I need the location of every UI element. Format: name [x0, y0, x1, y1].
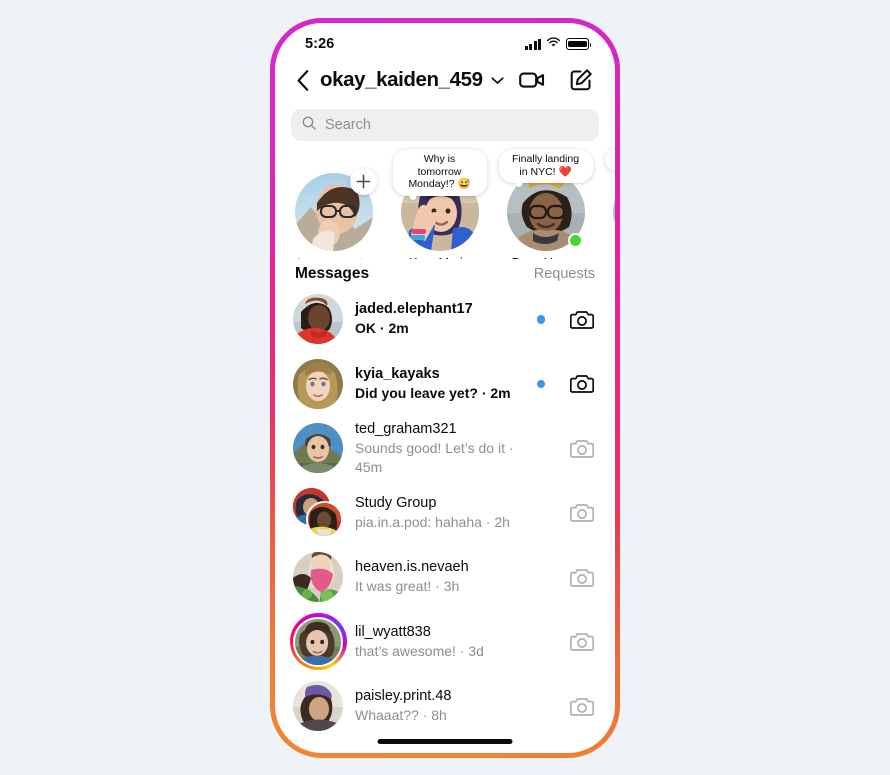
- thread-text: lil_wyatt838 that’s awesome! · 3d: [355, 623, 525, 661]
- phone-screen: 5:26 okay_kaiden_459 Search Why is tomor…: [275, 23, 615, 753]
- unread-indicator: [536, 315, 545, 324]
- note-bubble[interactable]: Why is tomorrow Monday!? 😅: [392, 149, 487, 199]
- table-row[interactable]: paisley.print.48 Whaaat?? · 8h: [275, 674, 615, 739]
- page-title[interactable]: okay_kaiden_459: [320, 68, 483, 92]
- note-item-kyra-marie[interactable]: Why is tomorrow Monday!? 😅: [392, 149, 487, 259]
- thread-text: ted_graham321 Sounds good! Let’s do it ·…: [355, 420, 525, 477]
- note-item-drew-young[interactable]: Finally landing in NYC! ❤️: [498, 149, 593, 259]
- back-chevron-icon[interactable]: [293, 67, 313, 93]
- thread-name: Study Group: [355, 494, 437, 511]
- note-bubble[interactable]: Finally landing in NYC! ❤️: [498, 149, 593, 187]
- online-status-indicator: [567, 233, 583, 248]
- thread-text: heaven.is.nevaeh It was great! · 3h: [355, 558, 525, 596]
- app-header: okay_kaiden_459: [275, 59, 615, 103]
- note-avatar-wrap: [612, 173, 615, 251]
- search-input[interactable]: Search: [291, 109, 599, 141]
- compose-pencil-icon[interactable]: [567, 66, 595, 94]
- note-avatar-wrap: [294, 168, 377, 251]
- messages-header: Messages Requests: [275, 259, 615, 287]
- camera-icon[interactable]: [569, 564, 595, 590]
- status-bar: 5:26: [275, 23, 615, 59]
- home-indicator: [377, 739, 513, 744]
- note-item-leave-a-note[interactable]: Leave a note: [291, 151, 377, 259]
- thread-preview: It was great! · 3h: [355, 578, 460, 595]
- status-icons: [524, 35, 592, 53]
- table-row[interactable]: kyia_kayaks Did you leave yet? · 2m: [275, 352, 615, 417]
- search-section: Search: [275, 103, 615, 141]
- thread-name: kyia_kayaks: [355, 365, 440, 382]
- thread-preview: pia.in.a.pod: hahaha · 2h: [355, 513, 510, 530]
- camera-icon[interactable]: [569, 435, 595, 461]
- add-note-button[interactable]: [349, 168, 377, 195]
- note-label: Leave a note: [291, 256, 376, 259]
- phone-frame: 5:26 okay_kaiden_459 Search Why is tomor…: [270, 18, 620, 758]
- camera-icon[interactable]: [569, 371, 595, 397]
- table-row[interactable]: jaded.elephant17 OK · 2m: [275, 287, 615, 352]
- thread-name: heaven.is.nevaeh: [355, 559, 469, 576]
- table-row[interactable]: Study Group pia.in.a.pod: hahaha · 2h: [275, 481, 615, 546]
- avatar: [612, 173, 615, 251]
- search-placeholder: Search: [325, 117, 371, 133]
- thread-name: paisley.print.48: [355, 688, 452, 705]
- thread-name: jaded.elephant17: [355, 301, 473, 318]
- camera-icon[interactable]: [569, 629, 595, 655]
- thread-preview: OK · 2m: [355, 320, 409, 337]
- thread-name: lil_wyatt838: [355, 623, 431, 640]
- avatar[interactable]: [293, 358, 343, 409]
- table-row[interactable]: ted_graham321 Sounds good! Let’s do it ·…: [275, 416, 615, 481]
- camera-icon[interactable]: [569, 306, 595, 332]
- notes-row[interactable]: Leave a note Why is tomorrow Monday!? 😅: [275, 141, 615, 259]
- thread-preview: Did you leave yet? · 2m: [355, 384, 511, 401]
- battery-full-icon: [566, 38, 592, 50]
- thread-preview: Whaaat?? · 8h: [355, 707, 447, 724]
- thread-list: jaded.elephant17 OK · 2m kyia_kayaks Did…: [275, 287, 615, 739]
- avatar[interactable]: [293, 681, 343, 732]
- table-row[interactable]: heaven.is.nevaeh It was great! · 3h: [275, 545, 615, 610]
- search-icon: [302, 116, 316, 135]
- table-row[interactable]: lil_wyatt838 that’s awesome! · 3d: [275, 610, 615, 675]
- messages-title: Messages: [295, 265, 370, 282]
- note-label: Kyra Marie: [397, 256, 482, 259]
- requests-link[interactable]: Requests: [534, 266, 595, 282]
- note-bubble[interactable]: Ga… w…: [604, 149, 615, 171]
- note-item-jade[interactable]: Ga… w… Jad…: [604, 149, 615, 255]
- status-time: 5:26: [305, 36, 335, 52]
- camera-icon[interactable]: [569, 693, 595, 719]
- thread-text: jaded.elephant17 OK · 2m: [355, 300, 525, 338]
- avatar[interactable]: [293, 487, 343, 538]
- video-camera-icon[interactable]: [518, 66, 546, 94]
- thread-text: kyia_kayaks Did you leave yet? · 2m: [355, 365, 525, 403]
- avatar[interactable]: [289, 613, 347, 671]
- unread-indicator: [536, 379, 545, 388]
- note-label: Jad…: [609, 256, 615, 259]
- thread-preview: that’s awesome! · 3d: [355, 642, 484, 659]
- thread-text: Study Group pia.in.a.pod: hahaha · 2h: [355, 494, 525, 532]
- chevron-down-icon[interactable]: [491, 76, 504, 85]
- camera-icon[interactable]: [569, 500, 595, 526]
- avatar[interactable]: [293, 423, 343, 474]
- avatar[interactable]: [293, 552, 343, 603]
- thread-text: paisley.print.48 Whaaat?? · 8h: [355, 687, 525, 725]
- thread-preview: Sounds good! Let’s do it · 45m: [355, 439, 514, 475]
- wifi-icon: [546, 35, 561, 53]
- avatar[interactable]: [293, 294, 343, 345]
- thread-name: ted_graham321: [355, 420, 457, 437]
- signal-bars-icon: [524, 38, 541, 50]
- note-label: Drew Young: [503, 256, 588, 259]
